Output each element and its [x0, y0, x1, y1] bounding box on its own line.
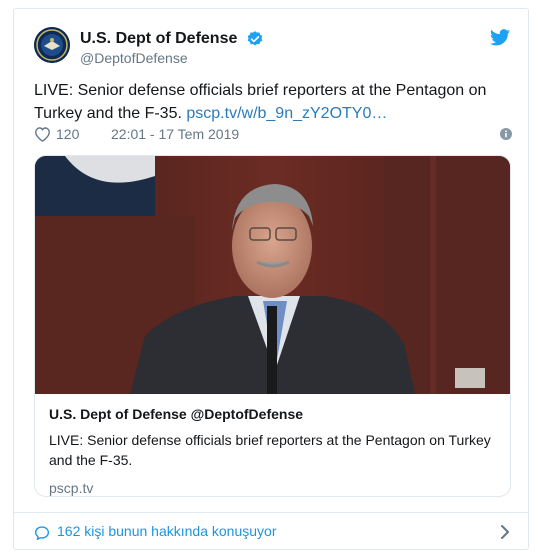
tweet-meta: 120 22:01 - 17 Tem 2019 [34, 125, 514, 145]
like-count[interactable]: 120 [56, 126, 79, 142]
card-domain[interactable]: pscp.tv [49, 478, 496, 496]
info-icon[interactable] [500, 128, 512, 140]
link-card[interactable]: U.S. Dept of Defense @DeptofDefense LIVE… [34, 155, 511, 497]
avatar[interactable] [34, 27, 70, 63]
timestamp[interactable]: 22:01 - 17 Tem 2019 [111, 126, 239, 142]
account-name-block[interactable]: U.S. Dept of Defense @DeptofDefense [80, 29, 264, 67]
tweet-text: LIVE: Senior defense officials brief rep… [34, 79, 514, 125]
display-name[interactable]: U.S. Dept of Defense [80, 29, 237, 49]
card-title[interactable]: U.S. Dept of Defense @DeptofDefense [49, 404, 496, 424]
tweet-link[interactable]: pscp.tv/w/b_9n_zY2OTY0… [186, 105, 387, 122]
conversation-footer[interactable]: 162 kişi bunun hakkında konuşuyor [14, 512, 528, 549]
handle[interactable]: @DeptofDefense [80, 49, 264, 67]
video-thumbnail[interactable] [35, 156, 510, 394]
chevron-right-icon[interactable] [500, 524, 510, 540]
twitter-logo-icon[interactable] [490, 29, 510, 46]
conversation-count[interactable]: 162 kişi bunun hakkında konuşuyor [57, 523, 276, 539]
dod-seal-icon [34, 27, 70, 63]
verified-icon [247, 31, 263, 46]
tweet-embed: U.S. Dept of Defense @DeptofDefense LIVE… [13, 8, 529, 550]
card-description: LIVE: Senior defense officials brief rep… [49, 432, 491, 468]
heart-icon[interactable] [34, 126, 51, 142]
chat-bubble-icon [35, 526, 49, 540]
card-body: U.S. Dept of Defense @DeptofDefense LIVE… [49, 404, 496, 496]
tweet-header: U.S. Dept of Defense @DeptofDefense [34, 25, 512, 69]
